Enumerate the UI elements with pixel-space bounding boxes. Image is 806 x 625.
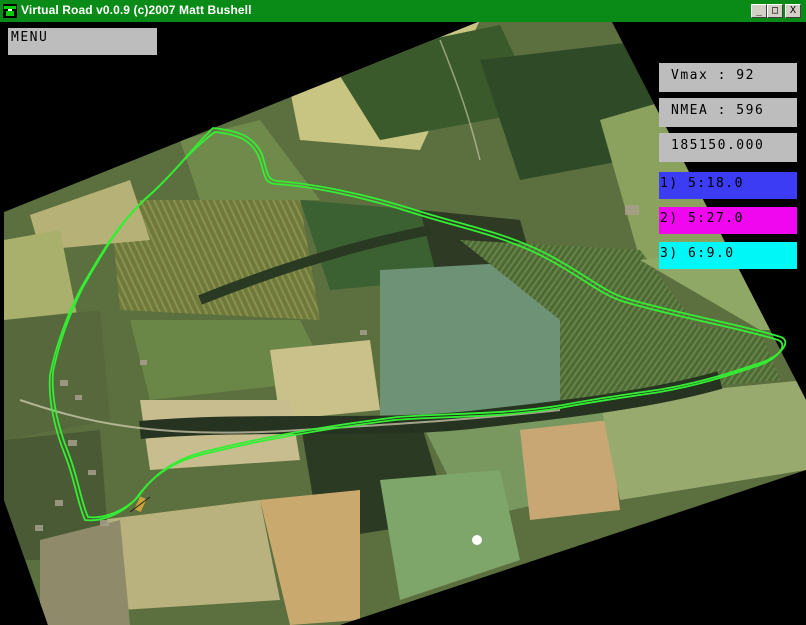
- close-button[interactable]: X: [785, 4, 801, 18]
- maximize-button[interactable]: □: [767, 4, 783, 18]
- menu-button[interactable]: MENU: [8, 28, 157, 55]
- title-bar[interactable]: Virtual Road v0.0.9 (c)2007 Matt Bushell…: [0, 0, 806, 22]
- minimize-button[interactable]: _: [751, 4, 767, 18]
- lap-time-1: 1) 5:18.0: [659, 172, 797, 199]
- app-icon: [3, 4, 17, 18]
- vmax-readout: Vmax : 92: [659, 63, 797, 92]
- map-viewport[interactable]: MENU Vmax : 92 NMEA : 596 185150.000 1) …: [0, 22, 806, 625]
- lap-time-2: 2) 5:27.0: [659, 207, 797, 234]
- lap-time-3: 3) 6:9.0: [659, 242, 797, 269]
- time-readout: 185150.000: [659, 133, 797, 162]
- window-title: Virtual Road v0.0.9 (c)2007 Matt Bushell: [21, 3, 252, 17]
- position-dot-icon: [472, 535, 482, 545]
- nmea-readout: NMEA : 596: [659, 98, 797, 127]
- app-window: Virtual Road v0.0.9 (c)2007 Matt Bushell…: [0, 0, 806, 625]
